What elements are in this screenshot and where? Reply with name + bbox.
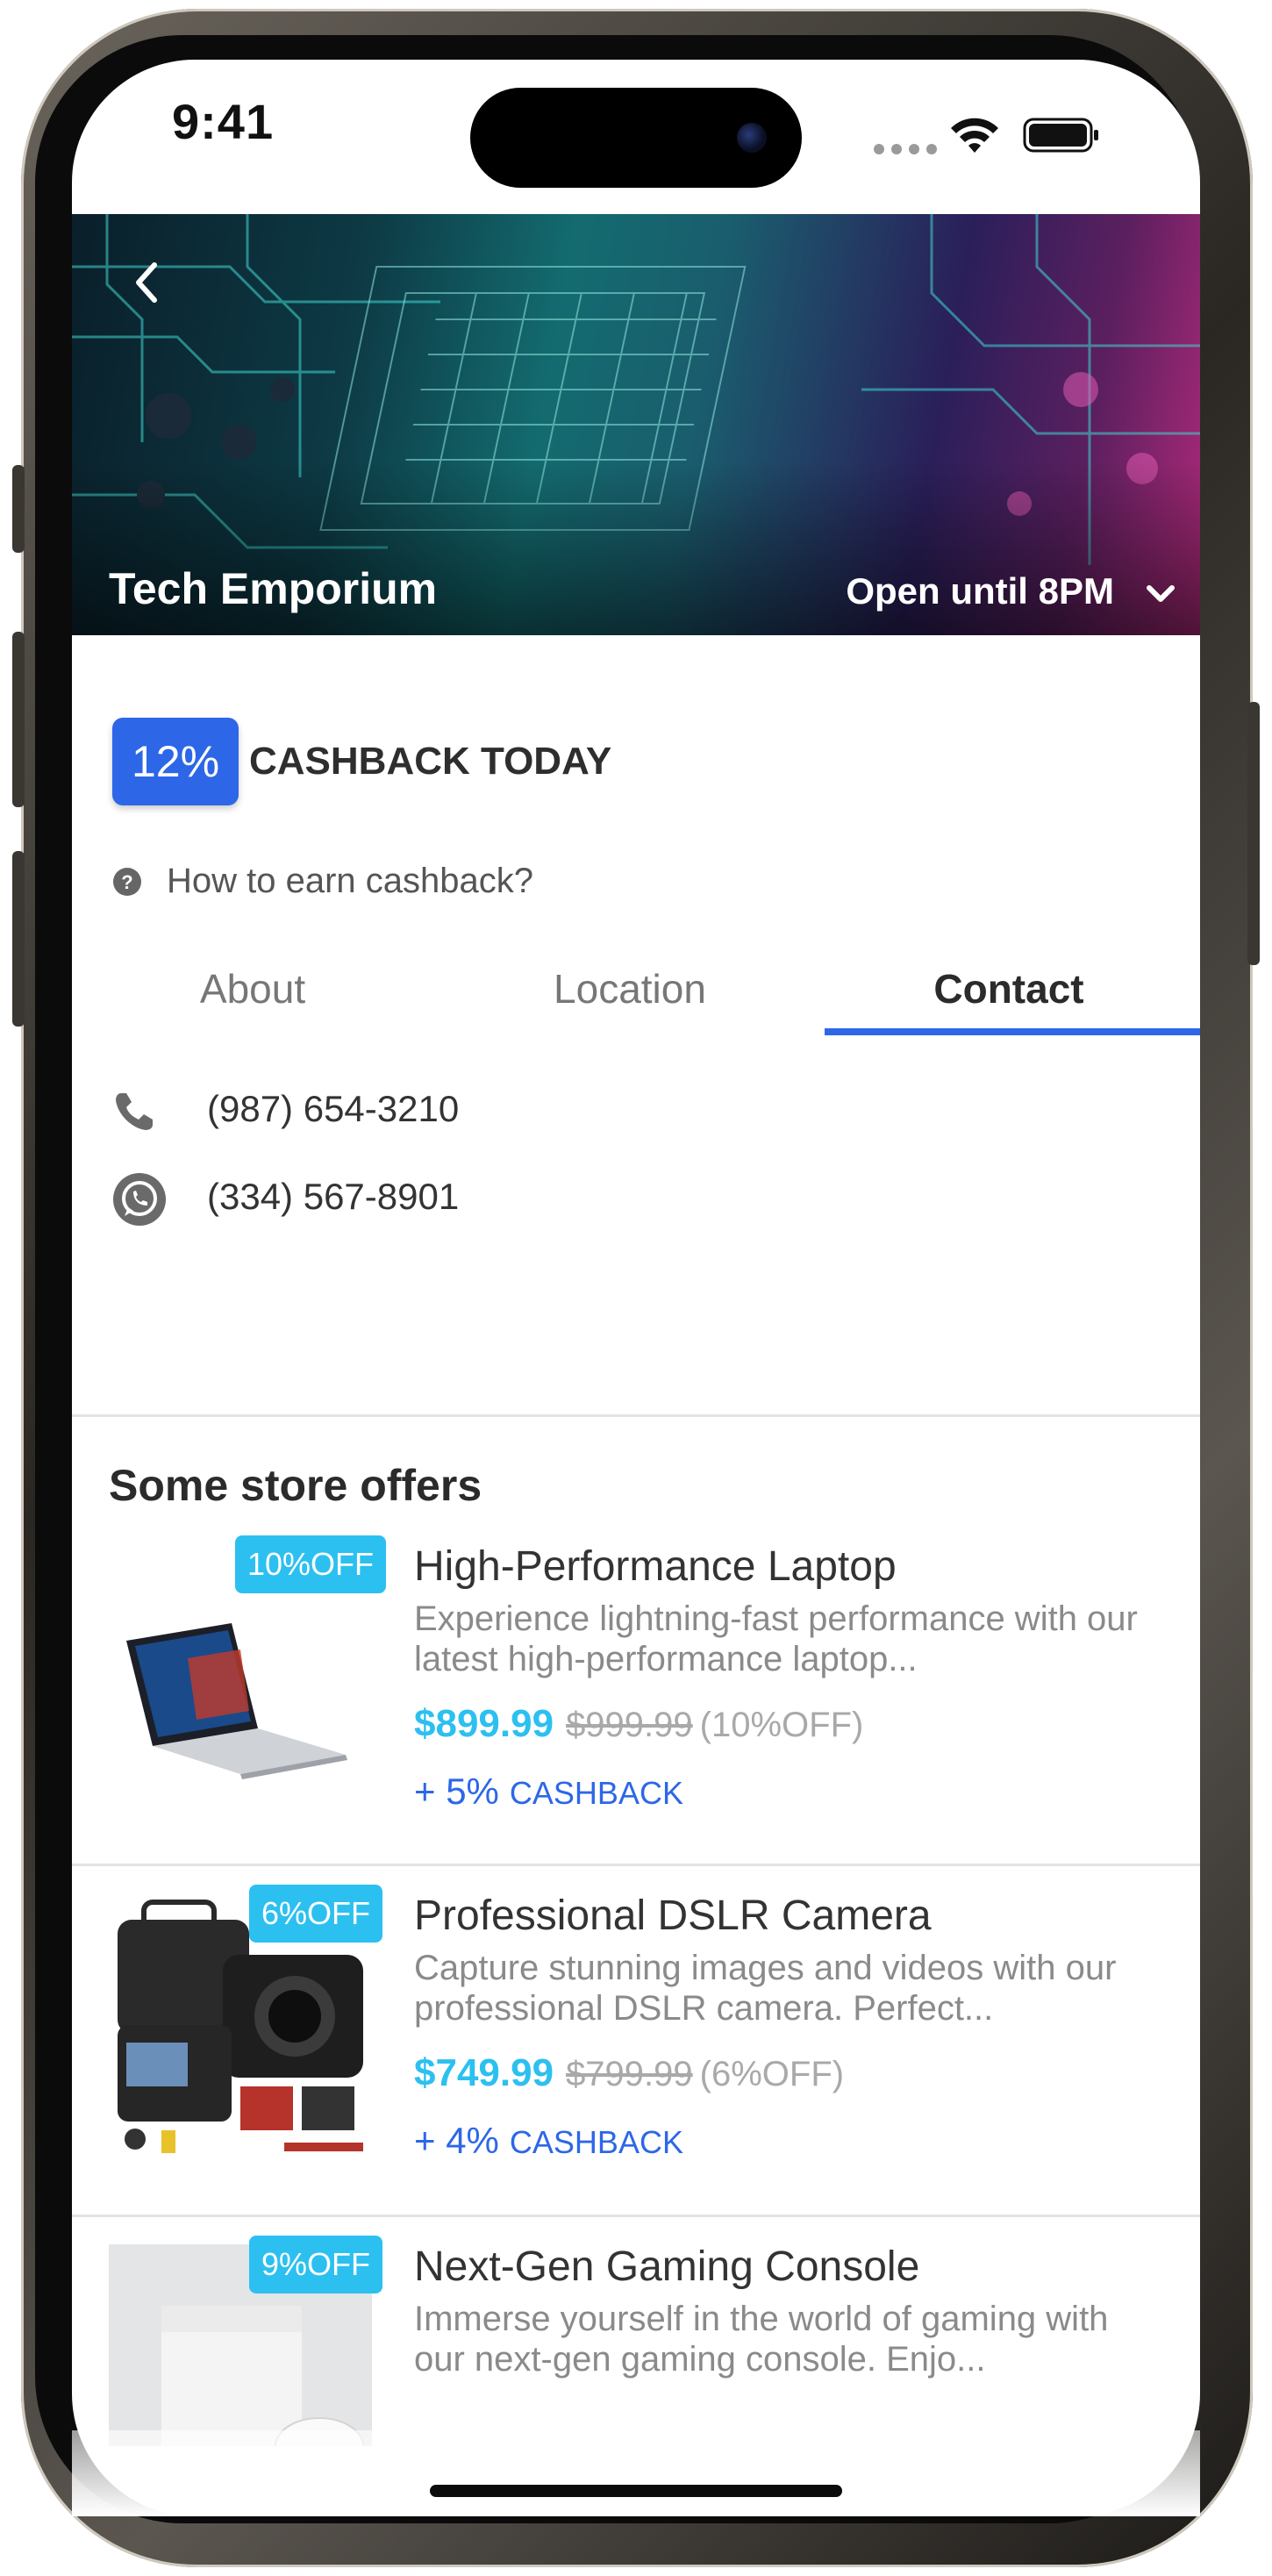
chevron-down-icon[interactable]: [1146, 581, 1176, 607]
contact-phone-number[interactable]: (987) 654-3210: [207, 1088, 459, 1130]
offer-divider: [72, 2215, 1200, 2217]
offer-title: High-Performance Laptop: [414, 1543, 897, 1590]
volume-up-button: [12, 632, 25, 807]
offer-discount-text: (6%OFF): [699, 2055, 845, 2093]
whatsapp-icon: [113, 1173, 166, 1226]
section-divider: [72, 1414, 1200, 1417]
offer-old-price: $799.99: [566, 2055, 693, 2093]
tab-location[interactable]: Location: [498, 965, 761, 1013]
offer-title: Next-Gen Gaming Console: [414, 2243, 920, 2290]
open-hours-dropdown[interactable]: Open until 8PM: [846, 570, 1114, 612]
back-arrow-icon[interactable]: [125, 256, 168, 309]
offer-card-laptop[interactable]: 10%OFF High-Performance Laptop Experienc…: [72, 1518, 1200, 1867]
tab-contact[interactable]: Contact: [877, 965, 1140, 1013]
offer-discount-text: (10%OFF): [699, 1706, 864, 1744]
offer-cashback-label: CASHBACK: [509, 1775, 683, 1811]
offer-cashback-label: CASHBACK: [509, 2124, 683, 2160]
power-button: [1247, 702, 1260, 965]
status-time: 9:41: [172, 94, 275, 149]
wifi-icon: [951, 118, 998, 153]
volume-down-button: [12, 851, 25, 1027]
offer-discount-badge: 9%OFF: [249, 2236, 383, 2293]
offer-discount-badge: 6%OFF: [249, 1885, 383, 1943]
offer-cashback: + 4% CASHBACK: [414, 2120, 683, 2162]
offer-cashback-percent: + 4%: [414, 2120, 499, 2161]
offer-price-row: $749.99 $799.99 (6%OFF): [414, 2051, 844, 2095]
signal-icon: [874, 144, 937, 154]
offer-price-row: $899.99 $999.99 (10%OFF): [414, 1702, 863, 1746]
phone-icon: [116, 1093, 153, 1130]
offer-card-console[interactable]: 9%OFF Next-Gen Gaming Console Immerse yo…: [72, 2218, 1200, 2446]
active-tab-indicator: [825, 1028, 1200, 1035]
offer-divider: [72, 1864, 1200, 1866]
offer-card-camera[interactable]: 6%OFF Professional DSLR Camera Capture s…: [72, 1867, 1200, 2216]
offer-old-price: $999.99: [566, 1706, 693, 1744]
store-name: Tech Emporium: [109, 564, 438, 613]
how-to-earn-cashback-link[interactable]: How to earn cashback?: [167, 862, 533, 901]
offer-description: Experience lightning-fast performance wi…: [414, 1599, 1138, 1678]
svg-text:?: ?: [121, 871, 132, 893]
cashback-label: CASHBACK TODAY: [249, 740, 612, 783]
camera-icon: [737, 123, 767, 153]
dynamic-island: [470, 88, 802, 188]
bottom-fade: [72, 2430, 1200, 2516]
offers-section-title: Some store offers: [109, 1461, 482, 1510]
tab-about[interactable]: About: [121, 965, 384, 1013]
offer-price: $749.99: [414, 2051, 554, 2094]
battery-icon: [1023, 118, 1098, 153]
offer-description: Capture stunning images and videos with …: [414, 1949, 1117, 2028]
cashback-percent-badge: 12%: [112, 718, 239, 805]
offer-cashback-percent: + 5%: [414, 1771, 499, 1812]
mute-switch: [12, 465, 25, 553]
offer-description: Immerse yourself in the world of gaming …: [414, 2300, 1109, 2379]
home-indicator[interactable]: [430, 2485, 842, 2497]
help-circle-icon: ?: [113, 868, 141, 896]
offer-discount-badge: 10%OFF: [235, 1535, 387, 1593]
offer-title: Professional DSLR Camera: [414, 1893, 932, 1939]
contact-whatsapp-number[interactable]: (334) 567-8901: [207, 1176, 459, 1218]
offer-cashback: + 5% CASHBACK: [414, 1771, 683, 1813]
offer-price: $899.99: [414, 1702, 554, 1745]
